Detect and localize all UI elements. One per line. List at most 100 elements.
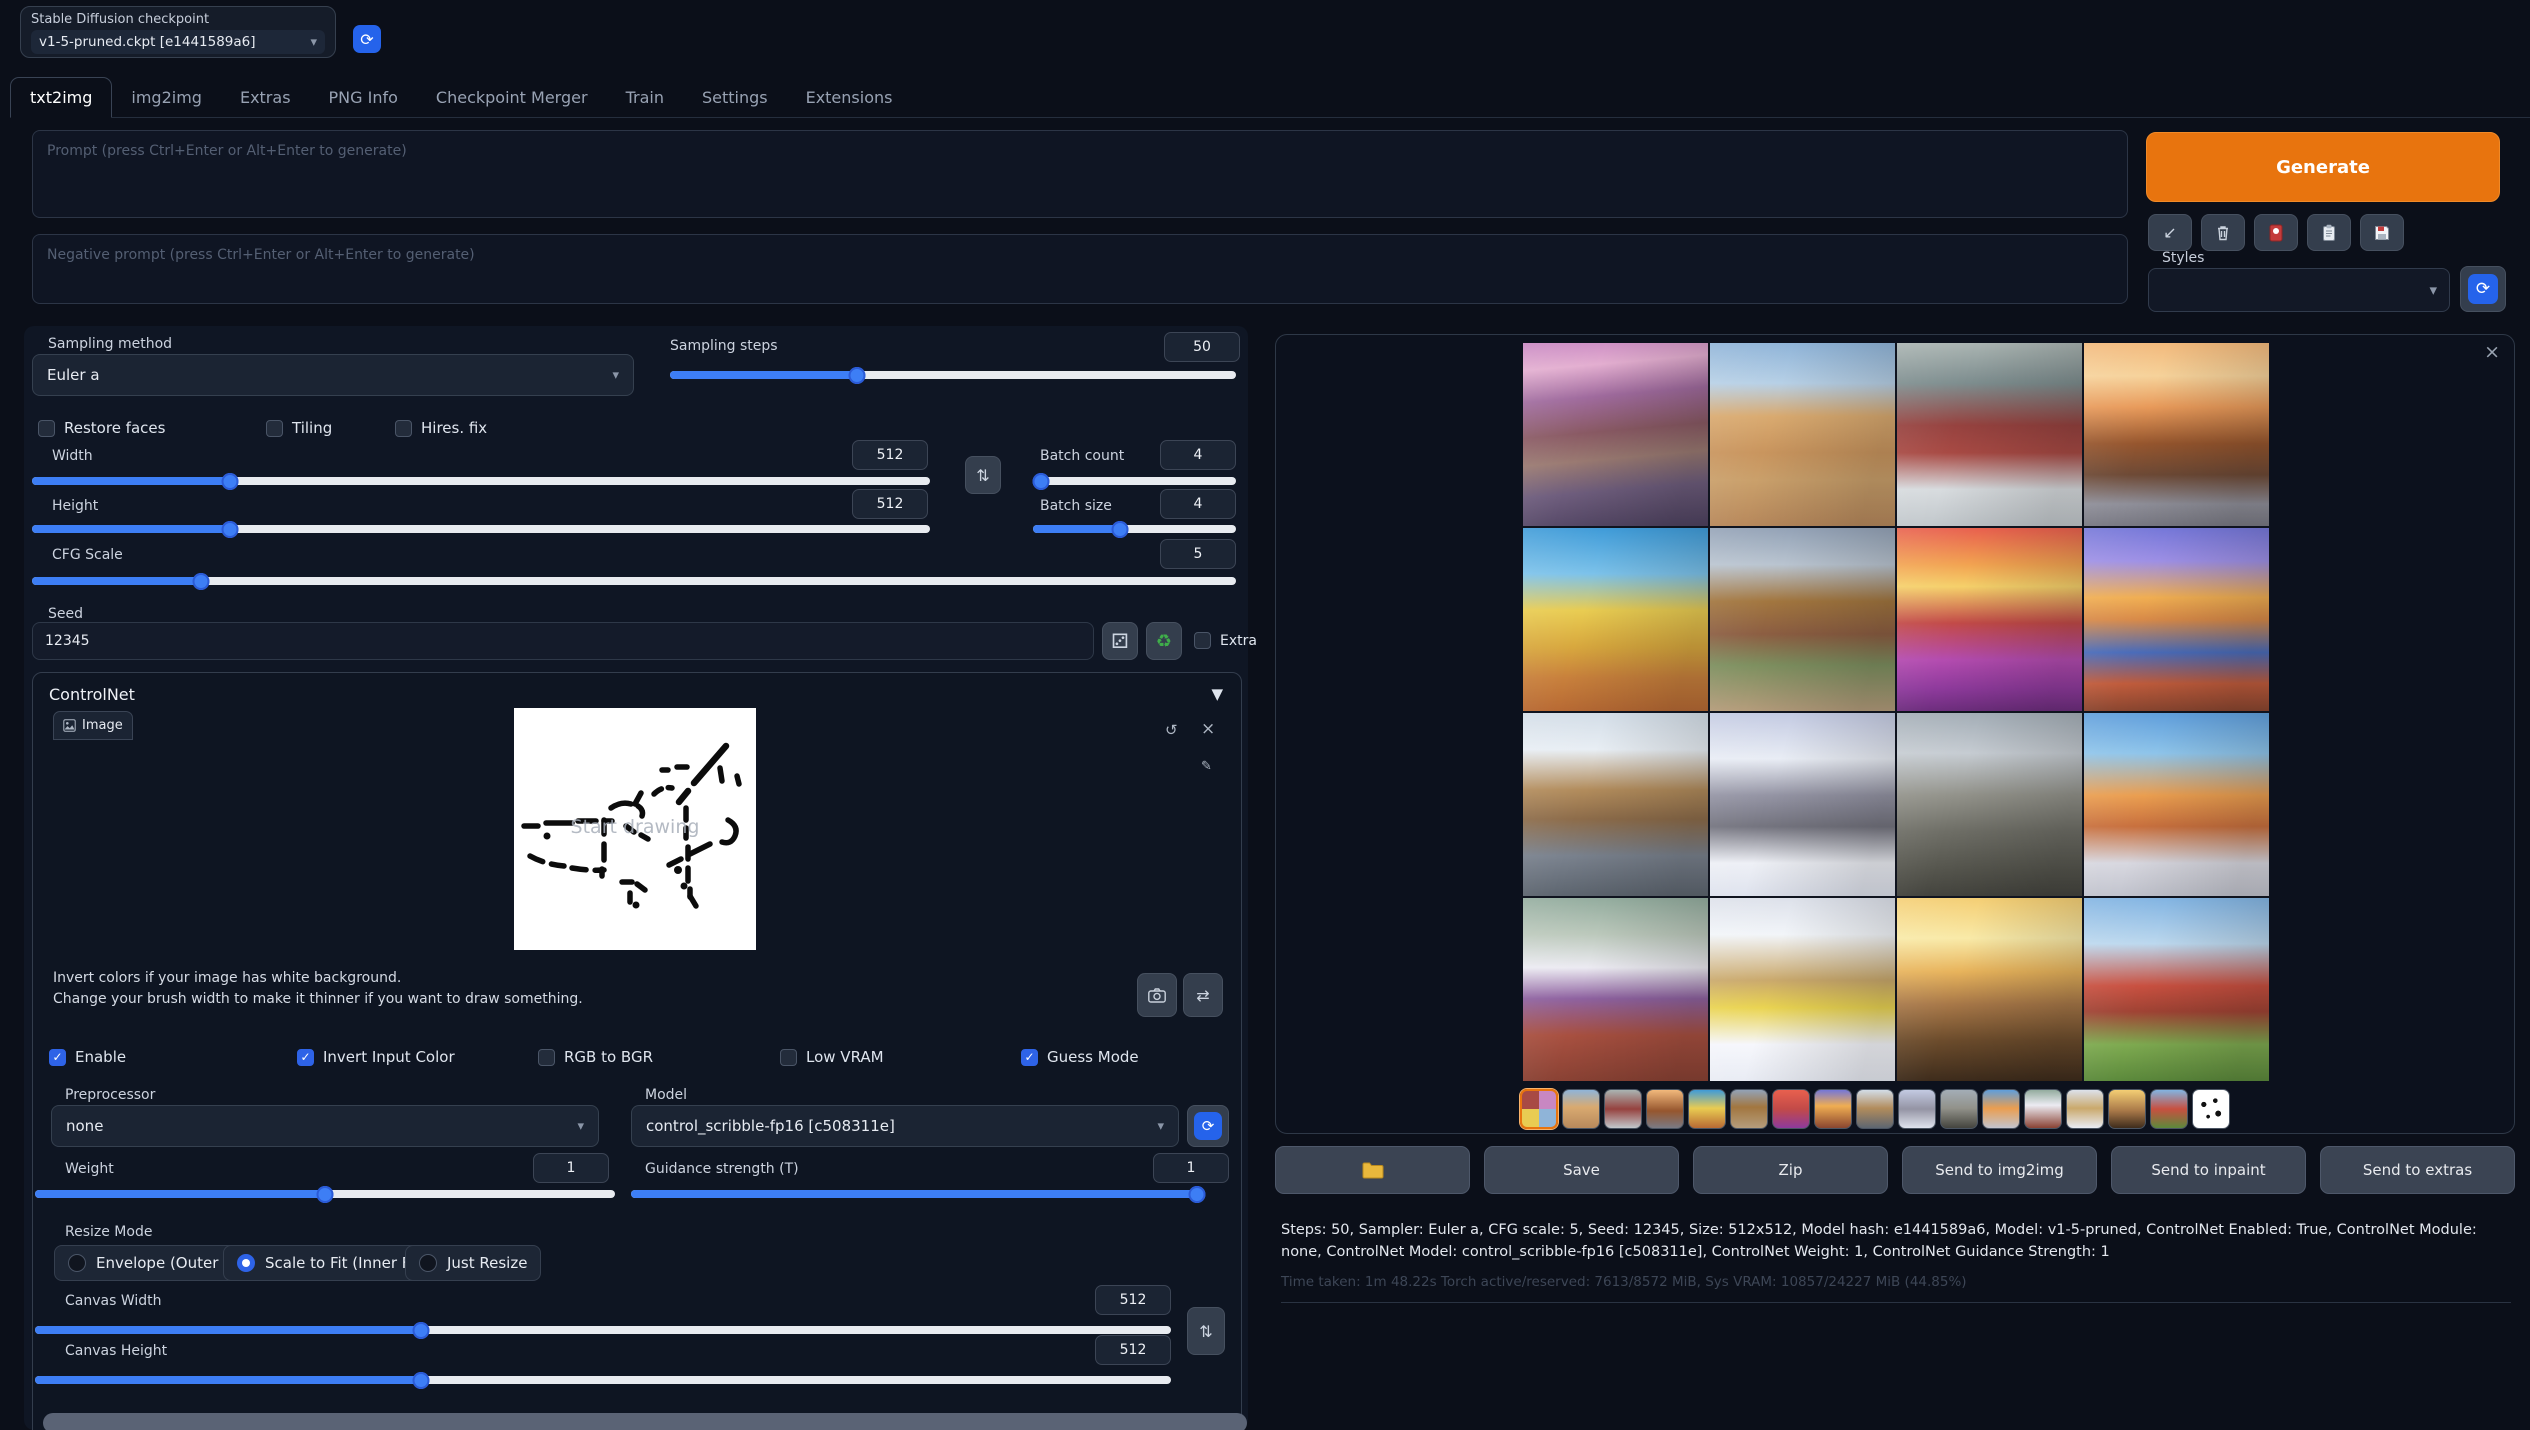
- rgb-to-bgr-checkbox[interactable]: RGB to BGR: [538, 1048, 653, 1066]
- invert-input-color-checkbox[interactable]: Invert Input Color: [297, 1048, 455, 1066]
- gallery-image-13[interactable]: [1523, 898, 1708, 1081]
- gallery-image-15[interactable]: [1897, 898, 2082, 1081]
- send-to-extras-button[interactable]: Send to extras: [2320, 1146, 2515, 1194]
- canvas-width-value[interactable]: 512: [1095, 1285, 1171, 1315]
- send-to-inpaint-button[interactable]: Send to inpaint: [2111, 1146, 2306, 1194]
- refresh-styles-button[interactable]: ⟳: [2468, 274, 2498, 304]
- tab-extras[interactable]: Extras: [221, 78, 310, 117]
- gallery-image-1[interactable]: [1523, 343, 1708, 526]
- refresh-models-button[interactable]: ⟳: [1194, 1112, 1222, 1140]
- swap-dimensions-button[interactable]: ⇅: [965, 456, 1001, 494]
- swap-canvas-dimensions-button[interactable]: ⇅: [1187, 1307, 1225, 1355]
- webcam-button[interactable]: [1137, 973, 1177, 1017]
- tab-extensions[interactable]: Extensions: [787, 78, 912, 117]
- collapsed-section-bar[interactable]: [43, 1413, 1247, 1430]
- gallery-image-9[interactable]: [1523, 713, 1708, 896]
- gallery-image-6[interactable]: [1710, 528, 1895, 711]
- thumbnail-16[interactable]: [2150, 1089, 2188, 1129]
- guidance-strength-value[interactable]: 1: [1153, 1153, 1229, 1183]
- controlnet-drawing-canvas[interactable]: Start drawing: [514, 708, 756, 950]
- save-button[interactable]: Save: [1484, 1146, 1679, 1194]
- batch-count-slider[interactable]: [1033, 472, 1236, 490]
- height-value[interactable]: 512: [852, 489, 928, 519]
- cfg-scale-slider[interactable]: [32, 572, 1236, 590]
- gallery-image-5[interactable]: [1523, 528, 1708, 711]
- gallery-image-3[interactable]: [1897, 343, 2082, 526]
- gallery-image-14[interactable]: [1710, 898, 1895, 1081]
- weight-slider[interactable]: [35, 1185, 615, 1203]
- sampling-steps-slider[interactable]: [670, 366, 1236, 384]
- thumbnail-4[interactable]: [1646, 1089, 1684, 1129]
- extra-seed-checkbox[interactable]: Extra: [1194, 632, 1257, 649]
- close-gallery-icon[interactable]: ×: [2484, 341, 2500, 363]
- read-params-button[interactable]: ↙: [2148, 214, 2192, 251]
- zip-button[interactable]: Zip: [1693, 1146, 1888, 1194]
- thumbnail-13[interactable]: [2024, 1089, 2062, 1129]
- tab-checkpoint-merger[interactable]: Checkpoint Merger: [417, 78, 607, 117]
- canvas-height-slider[interactable]: [35, 1371, 1171, 1389]
- image-tab-chip[interactable]: Image: [53, 711, 133, 740]
- cfg-scale-value[interactable]: 5: [1160, 539, 1236, 569]
- negative-prompt-input[interactable]: [32, 234, 2128, 304]
- thumbnail-10[interactable]: [1898, 1089, 1936, 1129]
- thumbnail-grid-overview[interactable]: [1520, 1089, 1558, 1129]
- gallery-image-16[interactable]: [2084, 898, 2269, 1081]
- thumbnail-2[interactable]: [1562, 1089, 1600, 1129]
- sampling-steps-value[interactable]: 50: [1164, 332, 1240, 362]
- clear-prompt-button[interactable]: [2201, 214, 2245, 251]
- width-value[interactable]: 512: [852, 440, 928, 470]
- thumbnail-5[interactable]: [1688, 1089, 1726, 1129]
- thumbnail-15[interactable]: [2108, 1089, 2146, 1129]
- brush-icon[interactable]: ✎: [1201, 759, 1212, 774]
- sampling-method-dropdown[interactable]: Euler a ▾: [32, 354, 634, 396]
- thumbnail-11[interactable]: [1940, 1089, 1978, 1129]
- restore-faces-checkbox[interactable]: Restore faces: [38, 419, 165, 437]
- prompt-input[interactable]: [32, 130, 2128, 218]
- hires-fix-checkbox[interactable]: Hires. fix: [395, 419, 487, 437]
- gallery-image-7[interactable]: [1897, 528, 2082, 711]
- enable-checkbox[interactable]: Enable: [49, 1048, 126, 1066]
- weight-value[interactable]: 1: [533, 1153, 609, 1183]
- styles-dropdown[interactable]: ▾: [2148, 268, 2450, 312]
- refresh-checkpoint-button[interactable]: ⟳: [353, 25, 381, 53]
- clear-image-icon[interactable]: ×: [1201, 719, 1215, 739]
- canvas-height-value[interactable]: 512: [1095, 1335, 1171, 1365]
- gallery-image-2[interactable]: [1710, 343, 1895, 526]
- thumbnail-7[interactable]: [1772, 1089, 1810, 1129]
- checkpoint-dropdown[interactable]: v1-5-pruned.ckpt [e1441589a6] ▾: [31, 30, 325, 54]
- thumbnail-9[interactable]: [1856, 1089, 1894, 1129]
- guidance-strength-slider[interactable]: [631, 1185, 1197, 1203]
- send-to-img2img-button[interactable]: Send to img2img: [1902, 1146, 2097, 1194]
- width-slider[interactable]: [32, 472, 930, 490]
- gallery-image-4[interactable]: [2084, 343, 2269, 526]
- reuse-seed-button[interactable]: ♻: [1146, 622, 1182, 660]
- canvas-width-slider[interactable]: [35, 1321, 1171, 1339]
- thumbnail-6[interactable]: [1730, 1089, 1768, 1129]
- batch-count-value[interactable]: 4: [1160, 440, 1236, 470]
- gallery-image-8[interactable]: [2084, 528, 2269, 711]
- tab-settings[interactable]: Settings: [683, 78, 787, 117]
- collapse-accordion-icon[interactable]: ▼: [1211, 685, 1223, 703]
- tab-train[interactable]: Train: [607, 78, 683, 117]
- gallery-image-10[interactable]: [1710, 713, 1895, 896]
- mirror-image-button[interactable]: ⇄: [1183, 973, 1223, 1017]
- model-dropdown[interactable]: control_scribble-fp16 [c508311e] ▾: [631, 1105, 1179, 1147]
- batch-size-slider[interactable]: [1033, 520, 1236, 538]
- thumbnail-12[interactable]: [1982, 1089, 2020, 1129]
- gallery-image-12[interactable]: [2084, 713, 2269, 896]
- tiling-checkbox[interactable]: Tiling: [266, 419, 332, 437]
- thumbnail-8[interactable]: [1814, 1089, 1852, 1129]
- batch-size-value[interactable]: 4: [1160, 489, 1236, 519]
- extra-networks-button[interactable]: [2254, 214, 2298, 251]
- thumbnail-scribble-map[interactable]: [2192, 1089, 2230, 1129]
- tab-png-info[interactable]: PNG Info: [310, 78, 417, 117]
- undo-drawing-icon[interactable]: ↺: [1165, 721, 1178, 739]
- resize-just-resize-radio[interactable]: Just Resize: [405, 1245, 541, 1281]
- random-seed-button[interactable]: ⚂: [1102, 622, 1138, 660]
- save-style-button[interactable]: [2360, 214, 2404, 251]
- thumbnail-3[interactable]: [1604, 1089, 1642, 1129]
- preprocessor-dropdown[interactable]: none ▾: [51, 1105, 599, 1147]
- gallery-image-11[interactable]: [1897, 713, 2082, 896]
- open-folder-button[interactable]: [1275, 1146, 1470, 1194]
- generate-button[interactable]: Generate: [2146, 132, 2500, 202]
